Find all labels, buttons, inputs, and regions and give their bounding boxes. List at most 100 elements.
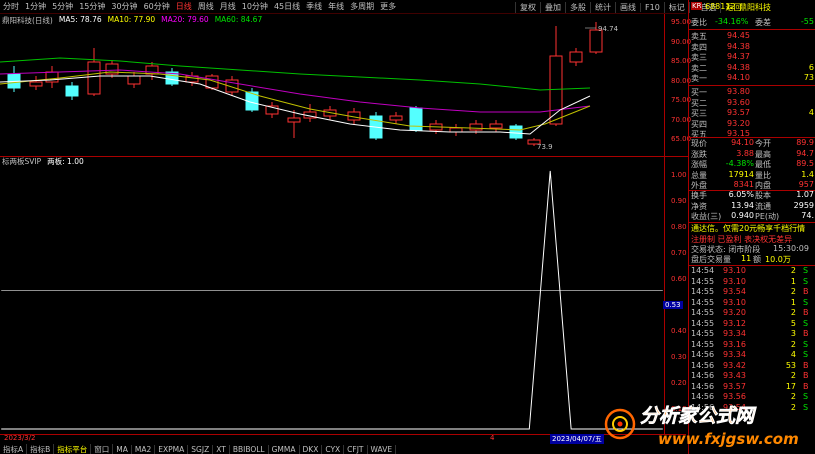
tick-price: 93.10 xyxy=(723,297,746,307)
period-5[interactable]: 60分钟 xyxy=(141,1,173,12)
sells-label: 卖二 xyxy=(691,63,707,73)
price-axis: 95.00 90.00 85.00 80.00 75.00 70.00 65.00 xyxy=(664,14,691,156)
tick-volume: 2 xyxy=(790,339,796,349)
indicator-tick-5: 0.53 xyxy=(663,301,683,309)
period-9[interactable]: 10分钟 xyxy=(239,1,271,12)
date-bar: 2023/3/2 4 2023/04/07/五 xyxy=(0,434,686,444)
buys-label: 买一 xyxy=(691,88,707,97)
tick-volume: 2 xyxy=(790,266,796,275)
period-6[interactable]: 日线 xyxy=(173,1,195,12)
indicator-tick-8: 0.20 xyxy=(671,379,687,387)
period-12[interactable]: 年线 xyxy=(325,1,347,12)
tick-price: 93.34 xyxy=(723,329,746,338)
quote2-value-2: 1.07 xyxy=(796,190,814,199)
period-0[interactable]: 分时 xyxy=(0,1,22,12)
indicator-tab-5[interactable]: MA2 xyxy=(132,444,156,454)
after-hours-row: 盘后交易量 11 额 10.0万 xyxy=(689,254,815,265)
quote2-label: 收益(三) xyxy=(691,212,722,221)
after-hours-amount: 10.0万 xyxy=(765,255,791,264)
buys-row-1: 买二 93.60 xyxy=(689,98,815,109)
indicator-tab-2[interactable]: 指标平台 xyxy=(54,443,92,454)
buys-label: 买三 xyxy=(691,109,707,118)
quote-row-2: 涨幅 -4.38% 最低 89.5 xyxy=(689,159,815,170)
candle xyxy=(29,81,43,87)
quote2-label-2: PE(动) xyxy=(755,212,780,221)
watermark-url: www.fxjgsw.com xyxy=(658,430,799,448)
toolbar-button-1[interactable]: 叠加 xyxy=(540,1,565,13)
tick-time: 14:55 xyxy=(691,329,715,338)
toolbar-button-0[interactable]: 复权 xyxy=(515,1,540,13)
tick-direction: B xyxy=(803,371,809,380)
indicator-tab-7[interactable]: SGJZ xyxy=(188,444,214,454)
tick-row: 14:56 93.57 17 B xyxy=(689,382,815,393)
watermark-cn: 分析家公式网 xyxy=(640,405,757,427)
tick-row: 14:55 93.10 1 S xyxy=(689,298,815,309)
tick-volume: 2 xyxy=(790,287,796,296)
quote-value: 17914 xyxy=(728,169,754,179)
indicator-tick-0: 1.00 xyxy=(671,171,687,179)
toolbar-button-2[interactable]: 多股 xyxy=(565,1,590,13)
candlestick-chart[interactable]: 94.74 73.9 xyxy=(0,14,664,156)
indicator-tab-1[interactable]: 指标B xyxy=(27,443,55,454)
candle xyxy=(569,51,583,63)
site-watermark: 分析家公式网 www.fxjgsw.com xyxy=(604,405,799,448)
period-7[interactable]: 周线 xyxy=(195,1,217,12)
quote-label: 涨跌 xyxy=(691,149,707,159)
quote2-value: 0.940 xyxy=(731,211,754,220)
high-price-mark: 94.74 xyxy=(598,25,619,33)
buys-volume: 4 xyxy=(808,108,814,117)
period-13[interactable]: 多周期 xyxy=(347,1,377,12)
indicator-tab-11[interactable]: DKX xyxy=(300,444,323,454)
toolbar-button-5[interactable]: F10 xyxy=(640,2,664,12)
sells-price: 94.37 xyxy=(727,52,750,61)
candle xyxy=(389,115,403,121)
period-2[interactable]: 5分钟 xyxy=(49,1,76,12)
candle xyxy=(589,29,603,53)
buys-price: 93.57 xyxy=(727,108,750,117)
toolbar-button-6[interactable]: 标记 xyxy=(663,1,689,13)
tick-volume: 2 xyxy=(790,371,796,380)
indicator-tab-4[interactable]: MA xyxy=(113,444,132,454)
period-11[interactable]: 季线 xyxy=(303,1,325,12)
indicator-tab-9[interactable]: BBIBOLL xyxy=(230,444,269,454)
toolbar-button-3[interactable]: 统计 xyxy=(590,1,615,13)
indicator-tab-3[interactable]: 窗口 xyxy=(91,443,114,454)
tick-volume: 4 xyxy=(790,350,796,359)
toolbar-button-4[interactable]: 画线 xyxy=(615,1,640,13)
tick-direction: B xyxy=(803,287,809,296)
sells-row-1: 卖四 94.38 xyxy=(689,42,815,53)
tick-row: 14:55 93.16 2 S xyxy=(689,340,815,351)
quote-value-2: 957 xyxy=(798,180,814,189)
period-3[interactable]: 15分钟 xyxy=(76,1,108,12)
tick-time: 14:55 xyxy=(691,297,715,307)
quote2-value-2: 74. xyxy=(801,211,814,220)
indicator-tab-10[interactable]: GMMA xyxy=(269,444,300,454)
indicator-line xyxy=(1,170,663,430)
indicator-tab-6[interactable]: EXPMA xyxy=(155,444,189,454)
period-4[interactable]: 30分钟 xyxy=(108,1,140,12)
tick-direction: B xyxy=(803,308,809,317)
period-8[interactable]: 月线 xyxy=(217,1,239,12)
notice-1[interactable]: 通达信。仅需20元畅享千档行情 xyxy=(689,223,815,234)
indicator-tab-0[interactable]: 指标A xyxy=(0,443,28,454)
indicator-tick-3: 0.70 xyxy=(671,249,687,257)
quote-panel: KR 688112 鼎阳科技 委比 -34.16% 委差 -55 卖五 94.45… xyxy=(688,0,815,454)
quote-value-2: 89.9 xyxy=(796,138,814,147)
period-1[interactable]: 1分钟 xyxy=(22,1,49,12)
buys-price: 93.60 xyxy=(727,97,750,107)
quote-row-1: 涨跌 3.88 最高 94.7 xyxy=(689,149,815,160)
weibi-label: 委比 xyxy=(691,18,707,27)
indicator-tab-14[interactable]: WAVE xyxy=(368,444,397,454)
period-14[interactable]: 更多 xyxy=(377,1,399,12)
tick-price: 93.10 xyxy=(723,266,746,275)
sells-label: 卖一 xyxy=(691,74,707,83)
tick-direction: S xyxy=(803,350,809,359)
indicator-tab-13[interactable]: CFJT xyxy=(344,444,368,454)
tick-time: 14:55 xyxy=(691,308,715,317)
indicator-chart[interactable] xyxy=(0,156,664,434)
indicator-tab-12[interactable]: CYX xyxy=(322,444,345,454)
buys-price: 93.20 xyxy=(727,118,750,128)
weibi-row: 委比 -34.16% 委差 -55 xyxy=(689,17,815,28)
indicator-tab-8[interactable]: XT xyxy=(213,444,230,454)
period-10[interactable]: 45日线 xyxy=(271,1,303,12)
